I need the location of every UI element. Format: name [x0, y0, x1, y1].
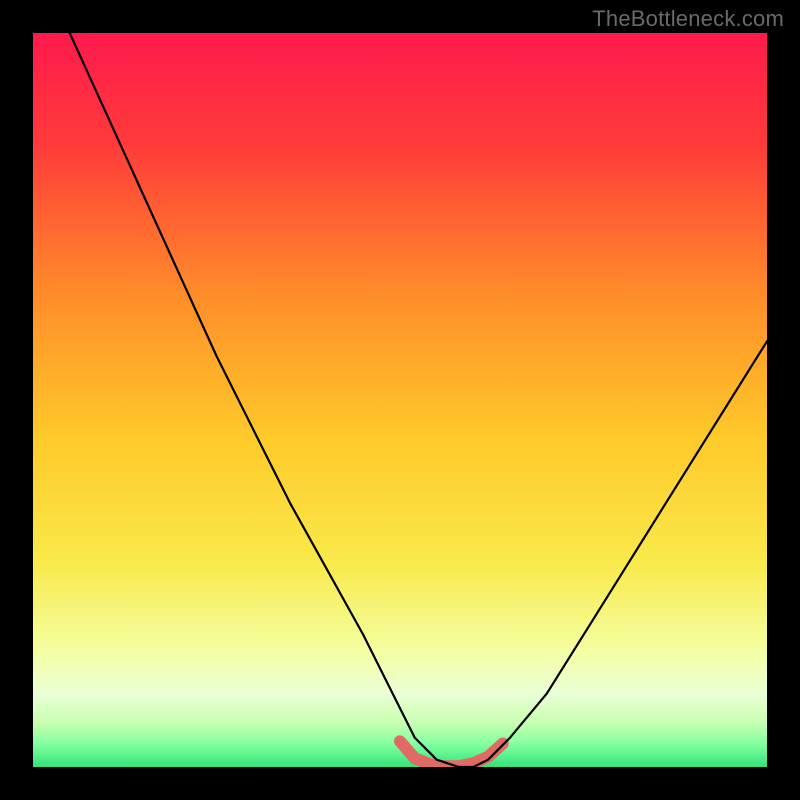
bottleneck-curve [70, 33, 767, 767]
curves-layer [33, 33, 767, 767]
plot-area [33, 33, 767, 767]
valley-highlight [400, 741, 503, 766]
watermark-text: TheBottleneck.com [592, 6, 784, 32]
chart-frame: TheBottleneck.com [0, 0, 800, 800]
